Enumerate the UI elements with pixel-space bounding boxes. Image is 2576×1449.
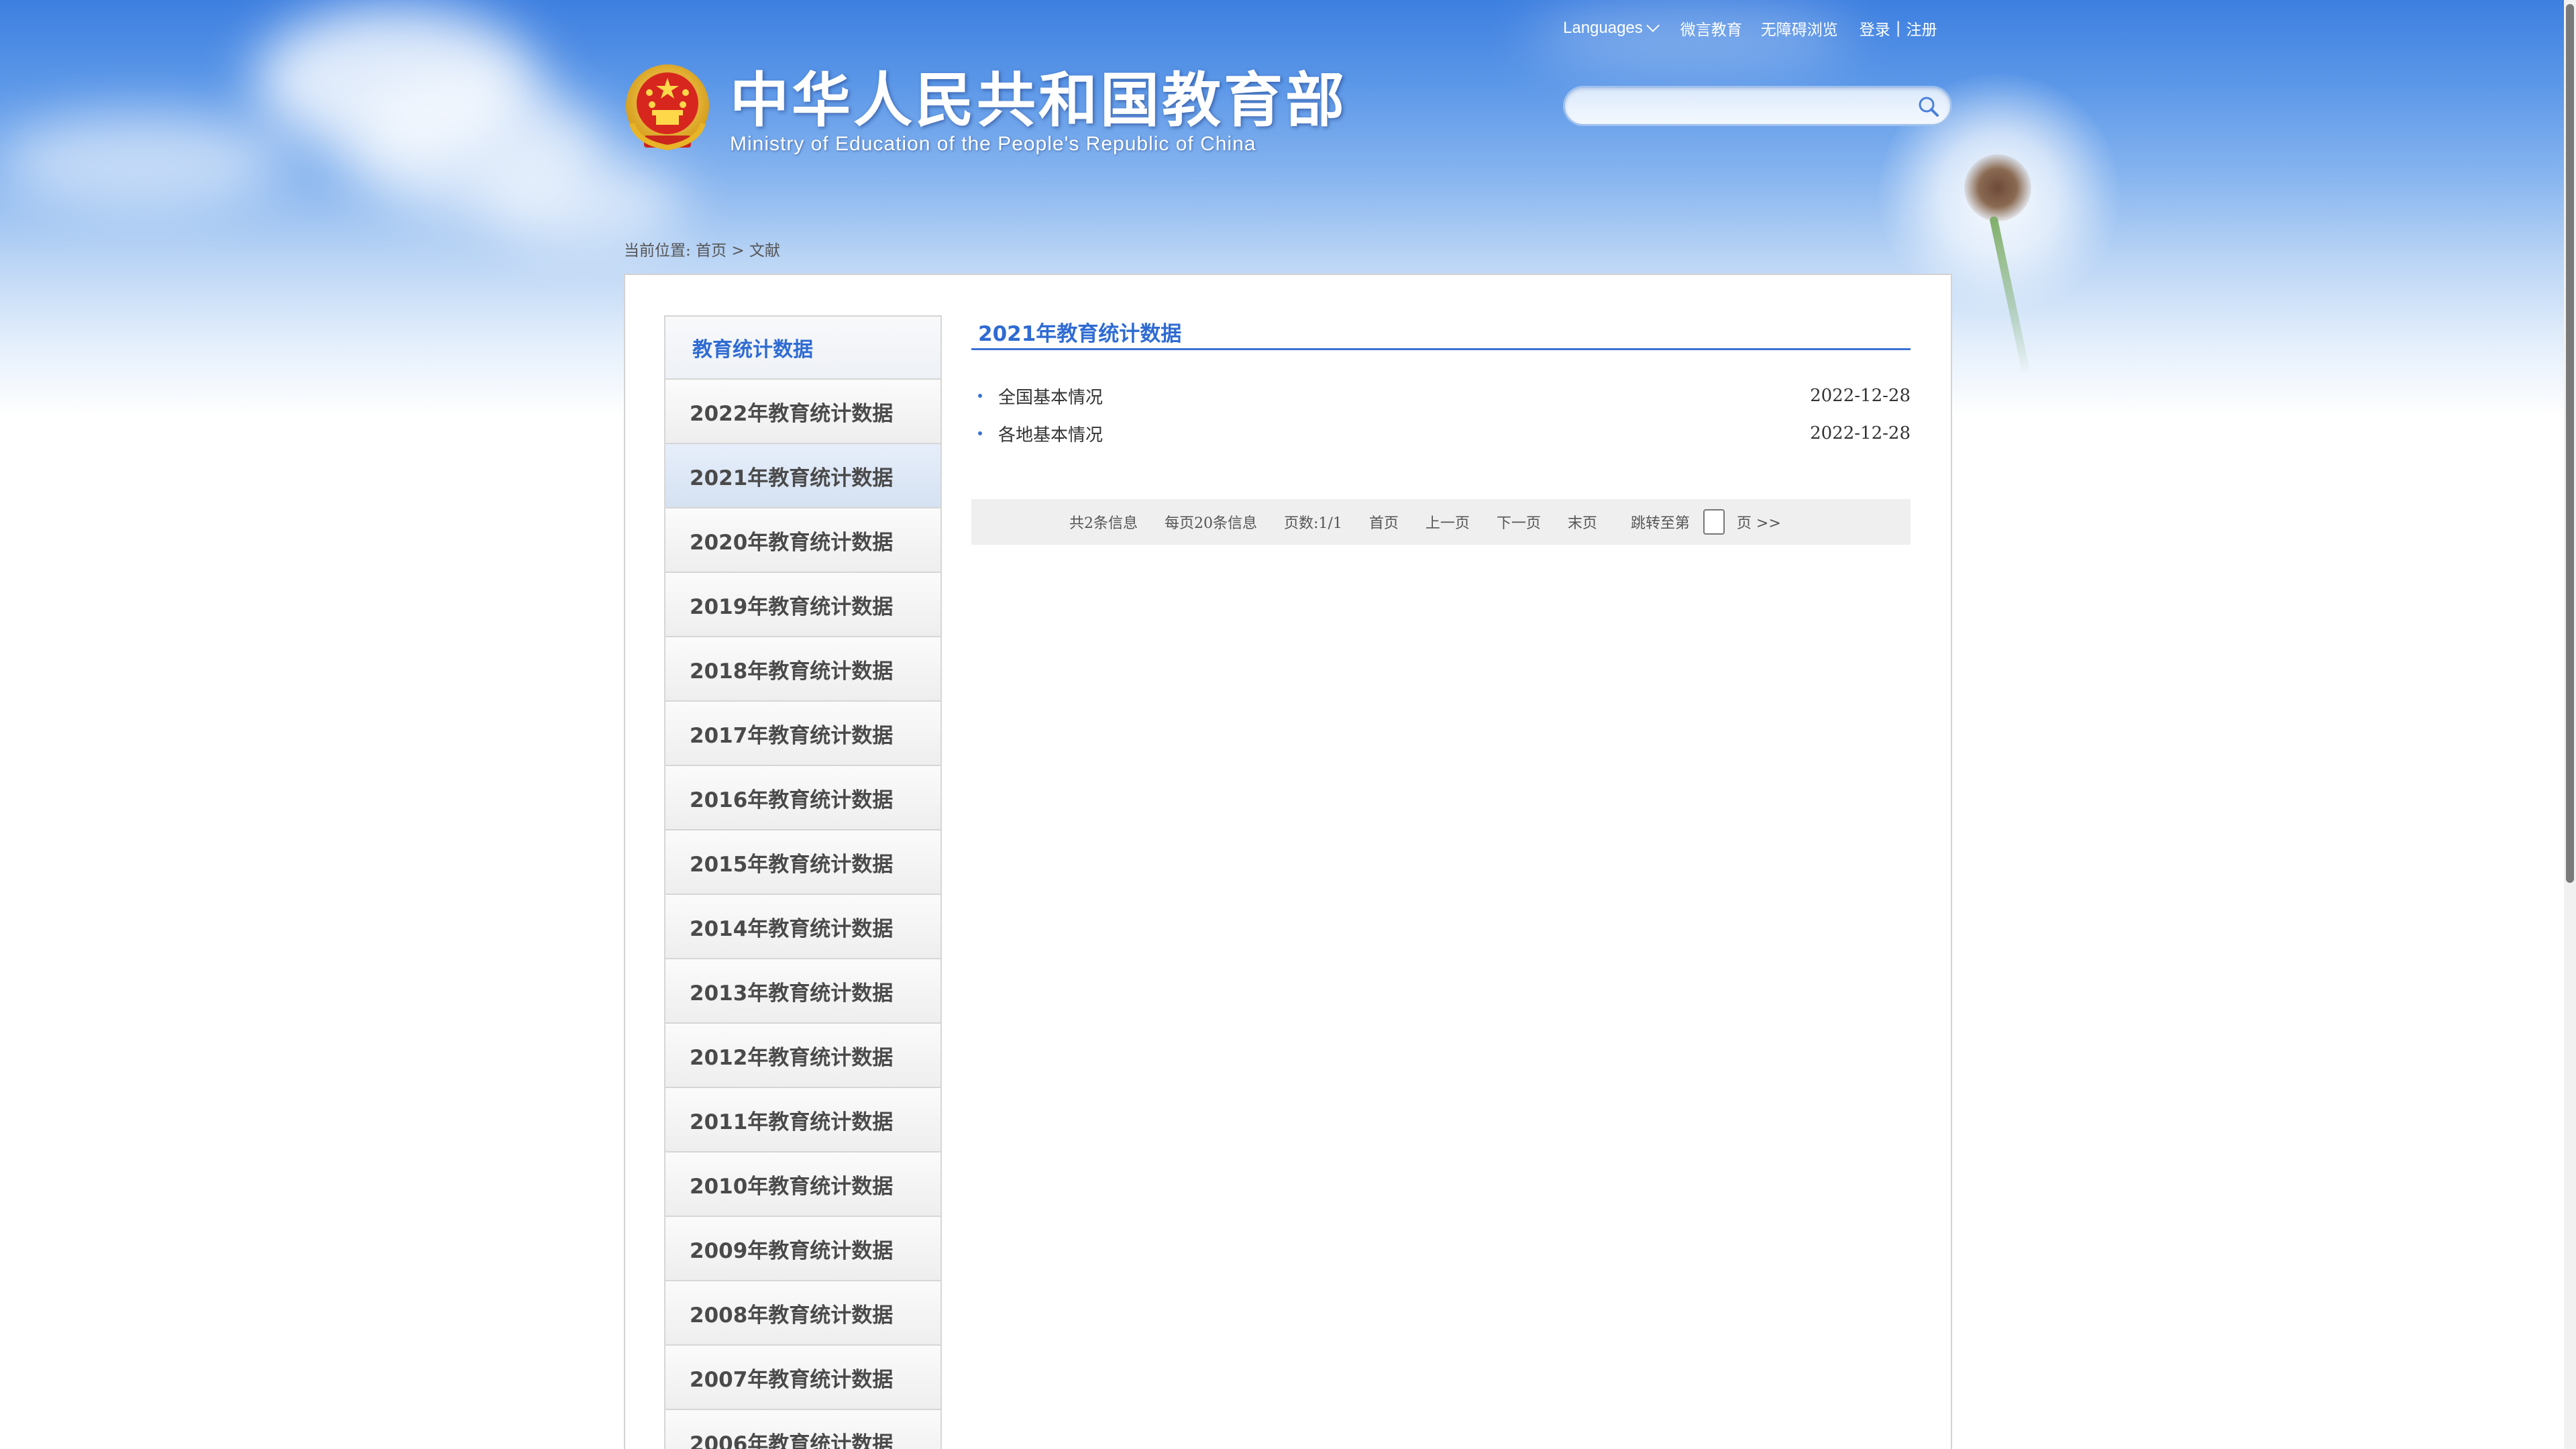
breadcrumb-home-link[interactable]: 首页: [696, 242, 727, 260]
site-logo[interactable]: 中华人民共和国教育部 Ministry of Education of the …: [624, 62, 1347, 156]
main-content: 2021年教育统计数据 全国基本情况 2022-12-28 各地基本情况 202…: [971, 315, 1911, 452]
pager-last-link[interactable]: 末页: [1568, 511, 1597, 533]
sidebar-item-2014[interactable]: 2014年教育统计数据: [664, 895, 942, 959]
list-item-link[interactable]: 各地基本情况: [998, 421, 1103, 446]
sidebar-item-2019[interactable]: 2019年教育统计数据: [664, 573, 942, 637]
top-utility-bar: Languages 微言教育 无障碍浏览 登录 | 注册: [1563, 15, 1952, 42]
cloud-decoration: [483, 154, 684, 248]
sidebar-item-2021[interactable]: 2021年教育统计数据: [664, 444, 942, 508]
sidebar-item-2007[interactable]: 2007年教育统计数据: [664, 1346, 942, 1410]
sidebar-item-2010[interactable]: 2010年教育统计数据: [664, 1152, 942, 1217]
pager-prev-link[interactable]: 上一页: [1426, 511, 1470, 533]
pager-go-button[interactable]: 页 >>: [1737, 511, 1781, 533]
breadcrumb: 当前位置: 首页 > 文献: [624, 237, 780, 260]
sidebar-item-2012[interactable]: 2012年教育统计数据: [664, 1024, 942, 1088]
search-input[interactable]: [1578, 93, 1900, 119]
list-item-date: 2022-12-28: [1810, 386, 1911, 406]
sidebar-item-2006[interactable]: 2006年教育统计数据: [664, 1410, 942, 1449]
sidebar-nav: 教育统计数据 2022年教育统计数据 2021年教育统计数据 2020年教育统计…: [664, 315, 942, 1449]
bullet-icon: [978, 394, 982, 398]
sidebar-title: 教育统计数据: [664, 315, 942, 380]
breadcrumb-separator: >: [731, 242, 745, 260]
pager-jump-label: 跳转至第: [1630, 515, 1690, 532]
pagination-bar: 共2条信息 每页20条信息 页数:1/1 首页 上一页 下一页 末页 跳转至第 …: [971, 499, 1911, 545]
logo-title-en: Ministry of Education of the People's Re…: [730, 133, 1256, 155]
page-title: 2021年教育统计数据: [971, 315, 1911, 350]
sidebar-item-2011[interactable]: 2011年教育统计数据: [664, 1088, 942, 1152]
accessibility-link[interactable]: 无障碍浏览: [1761, 17, 1838, 40]
breadcrumb-label: 当前位置:: [624, 242, 691, 260]
search-icon[interactable]: [1915, 93, 1942, 120]
pager-per-page: 每页20条信息: [1165, 515, 1257, 532]
weiyan-link[interactable]: 微言教育: [1680, 17, 1742, 40]
list-item-date: 2022-12-28: [1810, 423, 1911, 443]
scrollbar-thumb[interactable]: [2566, 4, 2574, 883]
page-jump-input[interactable]: [1703, 509, 1725, 535]
register-link[interactable]: 注册: [1907, 17, 1937, 40]
login-register-separator: |: [1895, 19, 1901, 37]
logo-title-cn: 中华人民共和国教育部: [730, 66, 1348, 135]
sidebar-item-2022[interactable]: 2022年教育统计数据: [664, 380, 942, 444]
login-link[interactable]: 登录: [1860, 17, 1890, 40]
pager-next-link[interactable]: 下一页: [1497, 511, 1541, 533]
list-item: 全国基本情况 2022-12-28: [971, 377, 1911, 415]
national-emblem-icon: [626, 64, 709, 151]
document-list: 全国基本情况 2022-12-28 各地基本情况 2022-12-28: [971, 377, 1911, 452]
sidebar-item-2008[interactable]: 2008年教育统计数据: [664, 1281, 942, 1346]
list-item: 各地基本情况 2022-12-28: [971, 415, 1911, 452]
sidebar-item-2020[interactable]: 2020年教育统计数据: [664, 508, 942, 573]
cloud-decoration: [0, 114, 282, 208]
sidebar-item-2017[interactable]: 2017年教育统计数据: [664, 702, 942, 766]
pager-first-link[interactable]: 首页: [1369, 511, 1399, 533]
languages-dropdown[interactable]: Languages: [1563, 19, 1660, 38]
sidebar-item-2018[interactable]: 2018年教育统计数据: [664, 637, 942, 702]
search-box: [1563, 86, 1952, 126]
list-item-link[interactable]: 全国基本情况: [998, 384, 1103, 409]
chevron-down-icon: [1646, 19, 1660, 32]
pager-pages: 页数:1/1: [1284, 515, 1342, 532]
breadcrumb-current-link[interactable]: 文献: [749, 242, 780, 260]
pager-total: 共2条信息: [1069, 515, 1138, 532]
bullet-icon: [978, 431, 982, 435]
dandelion-center: [1964, 154, 2031, 221]
languages-label: Languages: [1563, 19, 1643, 37]
sidebar-item-2015[interactable]: 2015年教育统计数据: [664, 830, 942, 895]
sidebar-item-2013[interactable]: 2013年教育统计数据: [664, 959, 942, 1024]
page-scrollbar[interactable]: [2564, 0, 2576, 1449]
sidebar-item-2016[interactable]: 2016年教育统计数据: [664, 766, 942, 830]
sidebar-item-2009[interactable]: 2009年教育统计数据: [664, 1217, 942, 1281]
